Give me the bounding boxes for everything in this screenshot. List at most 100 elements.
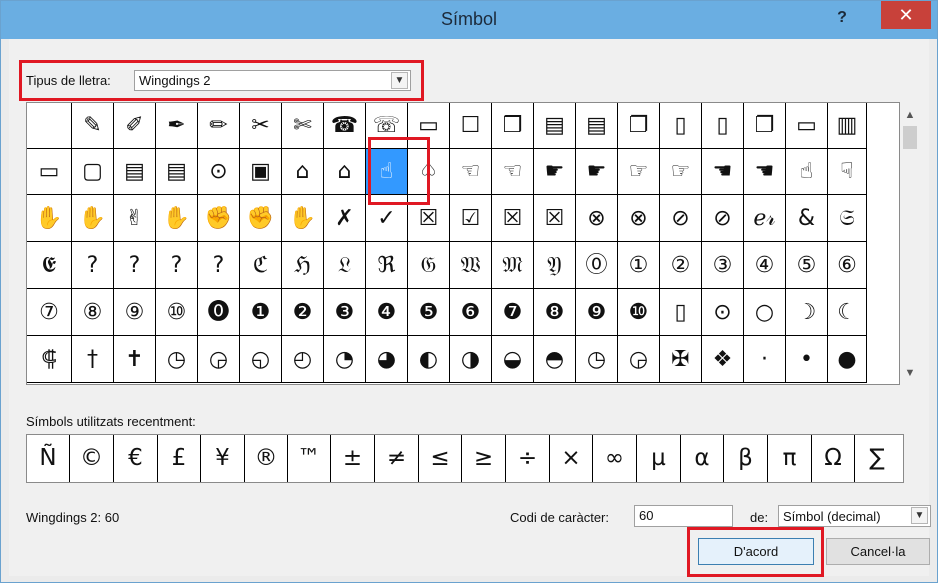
symbol-cell[interactable]: ▯ bbox=[702, 103, 744, 149]
symbol-cell[interactable]: ❿ bbox=[618, 289, 660, 336]
symbol-cell[interactable]: ℭ bbox=[240, 242, 282, 289]
symbol-cell[interactable]: ✊ bbox=[240, 195, 282, 242]
chevron-down-icon[interactable]: ▼ bbox=[911, 507, 928, 524]
symbol-cell[interactable]: ☑ bbox=[450, 195, 492, 242]
symbol-cell[interactable]: ◒ bbox=[492, 336, 534, 383]
symbol-cell[interactable]: ❐ bbox=[744, 103, 786, 149]
symbol-cell[interactable]: ◕ bbox=[366, 336, 408, 383]
recent-symbol[interactable]: ™ bbox=[288, 435, 331, 482]
scroll-down-icon[interactable]: ▼ bbox=[900, 364, 920, 382]
symbol-cell[interactable]: ☒ bbox=[534, 195, 576, 242]
recent-symbol[interactable]: µ bbox=[637, 435, 681, 482]
symbol-cell[interactable]: ⊙ bbox=[702, 289, 744, 336]
symbol-cell[interactable]: ② bbox=[660, 242, 702, 289]
symbol-cell[interactable]: ◵ bbox=[240, 336, 282, 383]
symbol-cell[interactable]: ▭ bbox=[786, 103, 828, 149]
symbol-cell[interactable]: ⓪ bbox=[576, 242, 618, 289]
symbol-cell[interactable]: ● bbox=[828, 336, 867, 383]
symbol-cell[interactable]: ✏ bbox=[198, 103, 240, 149]
symbol-cell[interactable]: ▯ bbox=[660, 289, 702, 336]
symbol-cell[interactable]: ☚ bbox=[702, 149, 744, 195]
symbol-cell[interactable]: ☝ bbox=[786, 149, 828, 195]
symbol-cell[interactable]: ◔ bbox=[324, 336, 366, 383]
symbol-cell[interactable]: ✒ bbox=[156, 103, 198, 149]
symbol-cell[interactable]: † bbox=[72, 336, 114, 383]
symbol-cell[interactable]: ○ bbox=[744, 289, 786, 336]
symbol-cell[interactable]: ◶ bbox=[198, 336, 240, 383]
symbol-cell[interactable]: ☾ bbox=[828, 289, 867, 336]
symbol-cell[interactable]: ◷ bbox=[576, 336, 618, 383]
recent-symbol[interactable]: ≤ bbox=[419, 435, 462, 482]
symbol-cell[interactable]: ⑥ bbox=[828, 242, 867, 289]
symbol-cell[interactable]: ℜ bbox=[366, 242, 408, 289]
symbol-cell[interactable]: ⑦ bbox=[27, 289, 72, 336]
symbol-cell[interactable]: ▯ bbox=[660, 103, 702, 149]
help-button[interactable]: ? bbox=[827, 7, 857, 31]
symbol-cell[interactable]: 𝔏 bbox=[324, 242, 366, 289]
symbol-cell[interactable]: ❽ bbox=[534, 289, 576, 336]
symbol-cell[interactable]: ▤ bbox=[576, 103, 618, 149]
grid-scrollbar[interactable]: ▲ ▼ bbox=[900, 102, 920, 385]
symbol-cell[interactable]: ☐ bbox=[450, 103, 492, 149]
symbol-cell[interactable]: ❒ bbox=[492, 103, 534, 149]
recent-symbol[interactable]: ∞ bbox=[593, 435, 637, 482]
symbol-cell[interactable]: ⊗ bbox=[576, 195, 618, 242]
symbol-cell[interactable]: ✋ bbox=[27, 195, 72, 242]
symbol-cell[interactable]: ✊ bbox=[198, 195, 240, 242]
symbol-cell[interactable]: ☽ bbox=[786, 289, 828, 336]
symbol-cell[interactable]: ? bbox=[156, 242, 198, 289]
symbol-cell[interactable]: ✝ bbox=[114, 336, 156, 383]
recent-symbol[interactable]: ÷ bbox=[506, 435, 550, 482]
symbol-cell[interactable]: ℯ𝓇 bbox=[744, 195, 786, 242]
symbol-cell[interactable]: 𝔖 bbox=[828, 195, 867, 242]
symbol-cell[interactable]: ❸ bbox=[324, 289, 366, 336]
symbol-cell[interactable]: ❷ bbox=[282, 289, 324, 336]
symbol-cell[interactable]: ⊘ bbox=[660, 195, 702, 242]
symbol-cell[interactable]: ▣ bbox=[240, 149, 282, 195]
symbol-cell[interactable]: ⑧ bbox=[72, 289, 114, 336]
symbol-cell[interactable]: ◴ bbox=[282, 336, 324, 383]
recent-symbols-list[interactable]: Ñ © € £ ¥ ® ™ ± ≠ ≤ ≥ ÷ × ∞ µ α β π Ω ∑ bbox=[26, 434, 904, 483]
symbol-cell[interactable]: ❹ bbox=[366, 289, 408, 336]
symbol-cell[interactable]: ✋ bbox=[156, 195, 198, 242]
recent-symbol[interactable]: ® bbox=[245, 435, 288, 482]
symbol-cell[interactable]: ✂ bbox=[240, 103, 282, 149]
recent-symbol[interactable]: α bbox=[681, 435, 724, 482]
symbol-cell[interactable]: ✎ bbox=[72, 103, 114, 149]
symbol-cell[interactable]: ❖ bbox=[702, 336, 744, 383]
symbol-cell[interactable]: ▥ bbox=[828, 103, 867, 149]
recent-symbol[interactable]: ≥ bbox=[462, 435, 506, 482]
symbol-cell[interactable]: ☜ bbox=[450, 149, 492, 195]
symbol-cell[interactable]: · bbox=[744, 336, 786, 383]
symbol-cell[interactable]: ⌂ bbox=[324, 149, 366, 195]
symbol-cell[interactable]: ▤ bbox=[114, 149, 156, 195]
symbol-cell[interactable]: ☎ bbox=[324, 103, 366, 149]
symbol-cell[interactable]: ⊗ bbox=[618, 195, 660, 242]
symbol-cell[interactable]: ? bbox=[72, 242, 114, 289]
symbol-cell[interactable]: ☒ bbox=[492, 195, 534, 242]
symbol-cell[interactable]: ✐ bbox=[114, 103, 156, 149]
symbol-cell[interactable]: 𝔐 bbox=[492, 242, 534, 289]
symbol-cell[interactable]: ☛ bbox=[576, 149, 618, 195]
symbol-cell[interactable]: & bbox=[786, 195, 828, 242]
symbol-cell[interactable]: ❶ bbox=[240, 289, 282, 336]
symbol-cell[interactable]: ◷ bbox=[156, 336, 198, 383]
recent-symbol[interactable]: π bbox=[768, 435, 812, 482]
recent-symbol[interactable]: ¥ bbox=[201, 435, 245, 482]
symbol-cell[interactable]: ⊘ bbox=[702, 195, 744, 242]
symbol-cell[interactable]: ⓿ bbox=[198, 289, 240, 336]
symbol-cell[interactable]: ✋ bbox=[72, 195, 114, 242]
close-button[interactable]: ✕ bbox=[881, 1, 931, 29]
recent-symbol[interactable]: Ω bbox=[812, 435, 855, 482]
symbol-cell[interactable]: ✌ bbox=[114, 195, 156, 242]
cancel-button[interactable]: Cancel·la bbox=[826, 538, 930, 565]
symbol-cell[interactable]: ④ bbox=[744, 242, 786, 289]
symbol-cell[interactable]: ◐ bbox=[408, 336, 450, 383]
symbol-cell[interactable]: ❻ bbox=[450, 289, 492, 336]
symbol-cell[interactable]: ① bbox=[618, 242, 660, 289]
symbol-cell[interactable]: 𝕰 bbox=[27, 242, 72, 289]
recent-symbol[interactable]: Ñ bbox=[27, 435, 70, 482]
symbol-cell[interactable]: ☞ bbox=[660, 149, 702, 195]
symbol-cell[interactable]: ✗ bbox=[324, 195, 366, 242]
symbol-cell[interactable]: ▤ bbox=[156, 149, 198, 195]
